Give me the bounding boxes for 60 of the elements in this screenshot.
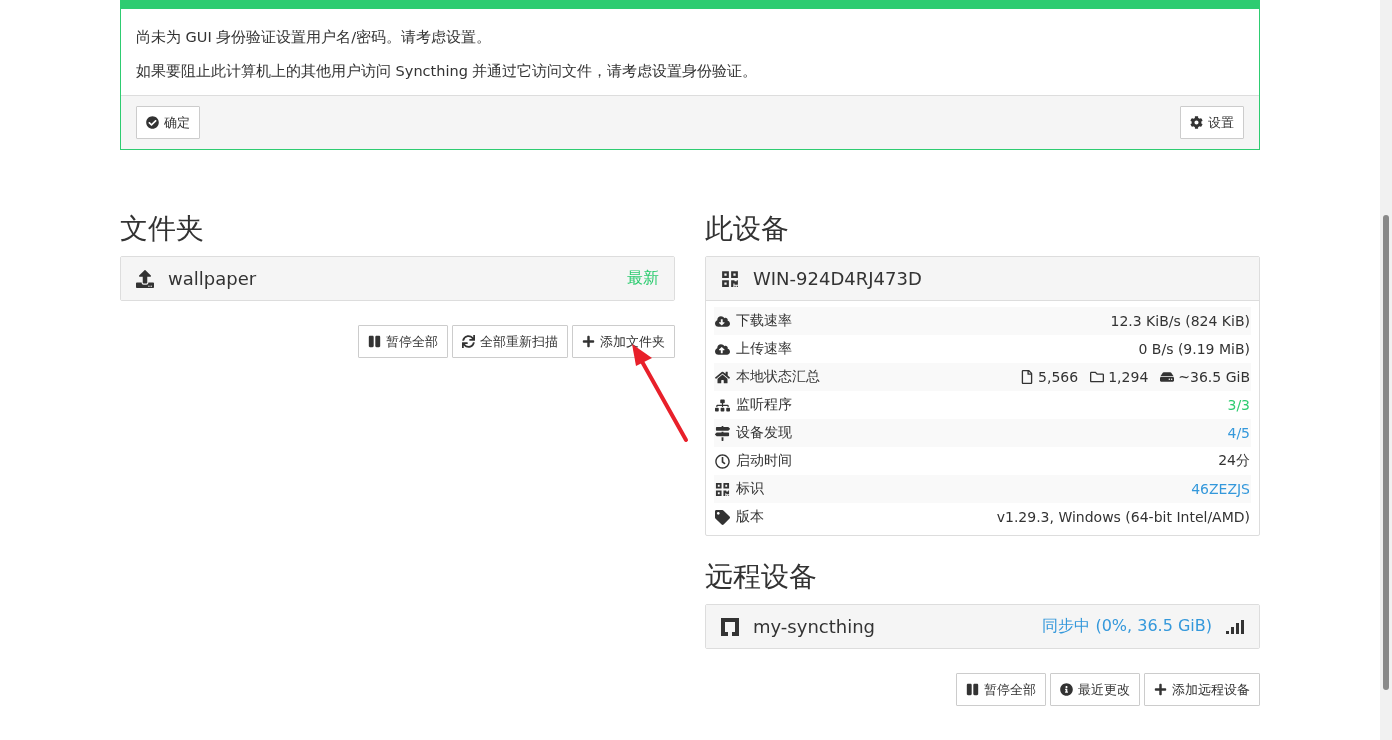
stat-value: 46ZEZJS [1191,481,1250,497]
stat-label: 上传速率 [736,340,792,358]
folder-pause-button[interactable]: 暂停全部 [358,325,448,358]
stat-label: 版本 [736,508,764,526]
stat-label: 启动时间 [736,452,792,470]
file-icon [1020,370,1035,384]
settings-icon [1190,116,1203,129]
folder-add-button[interactable]: 添加文件夹 [572,325,675,358]
stat-value: v1.29.3, Windows (64-bit Intel/AMD) [996,509,1250,525]
folder-icon [1090,370,1105,384]
remote-device-panel[interactable]: my-syncthing 同步中 (0%, 36.5 GiB) [705,604,1260,649]
stat-label: 设备发现 [736,424,792,442]
device-info-button[interactable]: 最近更改 [1050,673,1140,706]
clock-icon [715,453,730,469]
device-status: 同步中 (0%, 36.5 GiB) [1042,616,1212,637]
disk-size: ~36.5 GiB [1178,369,1250,385]
info-icon [1060,683,1073,696]
device-identicon-icon [721,617,739,636]
scrollbar-thumb[interactable] [1383,215,1389,690]
stat-label: 标识 [736,480,764,498]
sitemap-icon [715,397,730,413]
qr-code-icon [715,481,730,497]
device-name: WIN-924D4RJ473D [753,268,922,289]
device-name: my-syncthing [753,616,875,637]
file-count: 5,566 [1038,369,1079,385]
stat-value: 0 B/s (9.19 MiB) [1138,341,1250,357]
stat-label: 本地状态汇总 [736,368,820,386]
alert-message: 尚未为 GUI 身份验证设置用户名/密码。请考虑设置。 [136,28,493,47]
plus-icon [582,335,595,348]
stat-value: 3/3 [1227,397,1250,413]
device-add-button[interactable]: 添加远程设备 [1144,673,1260,706]
pause-icon [368,335,381,348]
cloud-upload-icon [715,341,730,357]
stat-value: 12.3 KiB/s (824 KiB) [1110,313,1250,329]
alert-message: 如果要阻止此计算机上的其他用户访问 Syncthing 并通过它访问文件，请考虑设置身份验证。 [136,62,759,81]
folder-count: 1,294 [1108,369,1149,385]
ok-button[interactable]: 确定 [136,106,200,139]
stat-value: 4/5 [1227,425,1250,441]
stat-value: 24分 [1218,452,1250,470]
stat-label: 监听程序 [736,396,792,414]
device-pause-button[interactable]: 暂停全部 [956,673,1046,706]
section-heading: 文件夹 [120,212,205,246]
stat-label: 下载速率 [736,312,792,330]
settings-button[interactable]: 设置 [1180,106,1244,139]
folder-panel[interactable]: wallpaper 最新 [120,256,675,301]
plus-icon [1154,683,1167,696]
home-icon [715,369,730,385]
section-heading: 此设备 [705,212,790,246]
folder-status: 最新 [627,268,659,289]
refresh-icon [462,335,475,348]
device-identicon-icon [721,269,739,288]
cloud-download-icon [715,313,730,329]
pause-icon [966,683,979,696]
signpost-icon [715,425,730,441]
upload-icon [136,269,154,288]
folder-rescan-button[interactable]: 全部重新扫描 [452,325,568,358]
tag-icon [715,509,730,525]
folder-name: wallpaper [168,268,257,289]
signal-icon [1226,619,1244,634]
section-heading: 远程设备 [705,560,818,594]
